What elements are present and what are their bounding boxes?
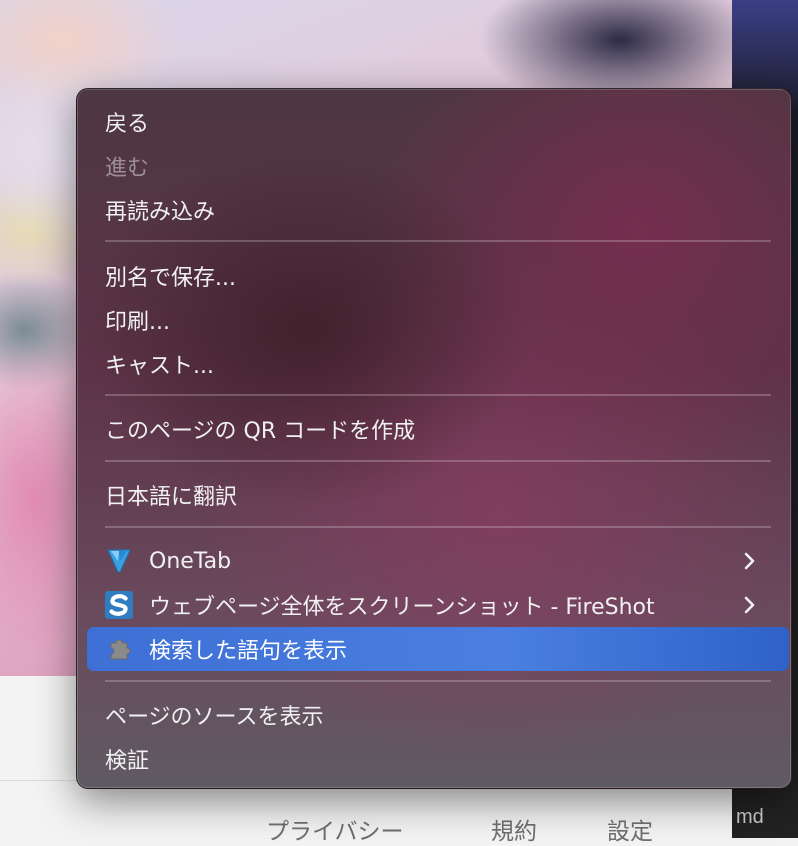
menu-separator — [105, 526, 771, 528]
footer-link-privacy[interactable]: プライバシー — [266, 812, 404, 846]
menu-item-reload[interactable]: 再読み込み — [105, 192, 781, 228]
menu-item-label: OneTab — [149, 548, 232, 574]
chevron-right-icon — [739, 594, 761, 616]
fireshot-icon — [105, 591, 133, 619]
menu-item-forward: 進む — [105, 148, 781, 184]
footer-link-terms[interactable]: 規約 — [491, 812, 537, 846]
menu-item-view-source[interactable]: ページのソースを表示 — [105, 697, 781, 733]
menu-item-label: ウェブページ全体をスクリーンショット - FireShot — [149, 595, 655, 620]
menu-item-onetab[interactable]: OneTab — [105, 543, 781, 579]
menu-separator — [105, 680, 771, 682]
menu-item-label: 別名で保存... — [105, 266, 236, 291]
menu-item-label: 検証 — [105, 749, 150, 774]
onetab-funnel-icon — [105, 547, 133, 575]
menu-item-create-qr-code[interactable]: このページの QR コードを作成 — [105, 411, 781, 447]
menu-item-label: 日本語に翻訳 — [105, 485, 238, 510]
chevron-right-icon — [739, 550, 761, 572]
menu-item-fireshot[interactable]: ウェブページ全体をスクリーンショット - FireShot — [105, 587, 781, 623]
menu-item-label: 戻る — [105, 112, 150, 137]
context-menu: 戻る 進む 再読み込み 別名で保存... 印刷... キャスト... このページ… — [76, 88, 792, 789]
menu-item-label: キャスト... — [105, 354, 214, 379]
menu-item-label: 印刷... — [105, 310, 170, 335]
menu-item-print[interactable]: 印刷... — [105, 302, 781, 338]
menu-item-cast[interactable]: キャスト... — [105, 346, 781, 382]
footer-links: プライバシー 規約 設定 — [0, 812, 732, 844]
menu-item-back[interactable]: 戻る — [105, 104, 781, 140]
menu-item-label: このページの QR コードを作成 — [105, 419, 416, 444]
menu-separator — [105, 240, 771, 242]
menu-separator — [105, 460, 771, 462]
extension-puzzle-icon — [105, 635, 133, 663]
menu-item-translate[interactable]: 日本語に翻訳 — [105, 477, 781, 513]
menu-item-label: ページのソースを表示 — [105, 705, 324, 730]
menu-item-label: 再読み込み — [105, 200, 216, 225]
shortcut-fragment: md — [736, 806, 764, 828]
menu-item-show-search-terms[interactable]: 検索した語句を表示 — [105, 631, 781, 667]
menu-item-inspect[interactable]: 検証 — [105, 741, 781, 777]
menu-item-save-as[interactable]: 別名で保存... — [105, 258, 781, 294]
menu-separator — [105, 394, 771, 396]
menu-item-label: 検索した語句を表示 — [149, 639, 348, 664]
menu-item-label: 進む — [105, 156, 150, 181]
footer-link-settings[interactable]: 設定 — [607, 812, 653, 846]
